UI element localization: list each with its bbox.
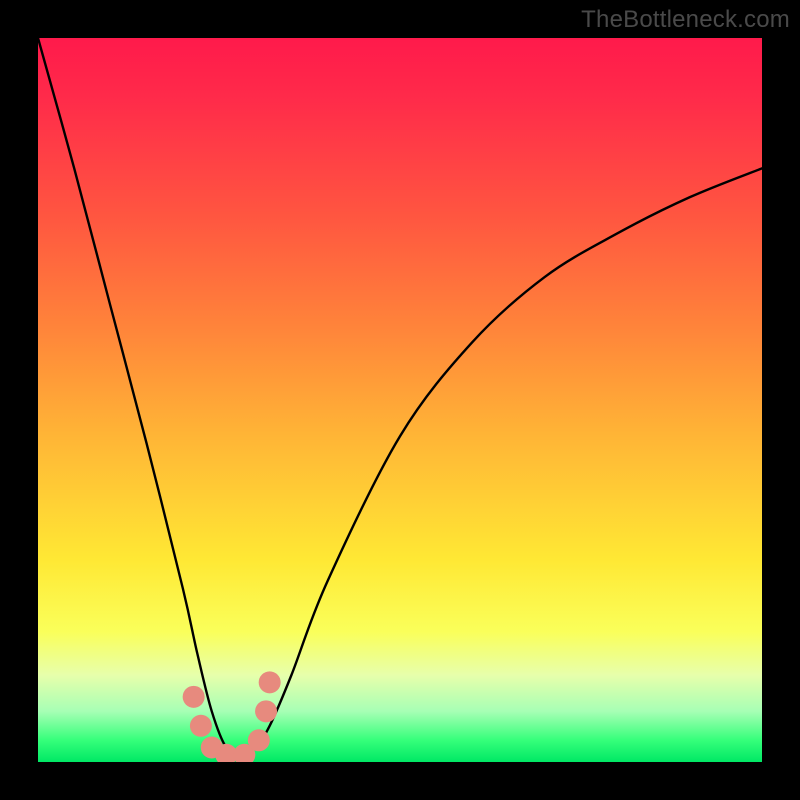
marker-right-low bbox=[248, 729, 270, 751]
marker-right-mid bbox=[255, 700, 277, 722]
bottleneck-curve bbox=[38, 38, 762, 755]
curve-svg bbox=[38, 38, 762, 762]
watermark-text: TheBottleneck.com bbox=[581, 6, 790, 34]
marker-right-upper bbox=[259, 671, 281, 693]
markers-group bbox=[183, 671, 281, 762]
marker-left-mid bbox=[190, 715, 212, 737]
plot-area bbox=[38, 38, 762, 762]
outer-frame: TheBottleneck.com bbox=[0, 0, 800, 800]
marker-left-upper bbox=[183, 686, 205, 708]
